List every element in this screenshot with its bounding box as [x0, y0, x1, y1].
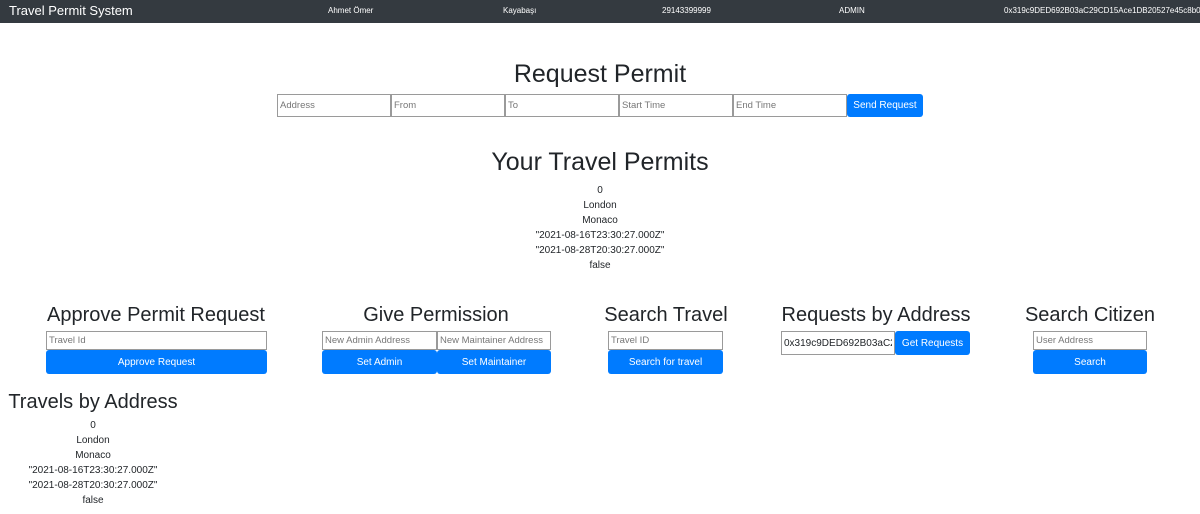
user-name: Ahmet Ömer [328, 6, 374, 15]
account-address: 0x319c9DED692B03aC29CD15Ace1DB20527e45c8… [1004, 6, 1200, 15]
search-travel-title: Search Travel [604, 304, 728, 326]
permit-end: "2021-08-28T20:30:27.000Z" [535, 245, 665, 256]
travel-id-input[interactable] [46, 331, 267, 350]
search-travel-button[interactable]: Search for travel [608, 350, 723, 374]
permit-record: 0 London Monaco "2021-08-16T23:30:27.000… [500, 183, 700, 273]
search-travel-id-input[interactable] [608, 331, 723, 350]
new-admin-input[interactable] [322, 331, 437, 350]
travel-to: Monaco [75, 450, 111, 461]
travel-start: "2021-08-16T23:30:27.000Z" [28, 465, 158, 476]
permit-from: London [583, 200, 617, 211]
set-admin-button[interactable]: Set Admin [322, 350, 437, 374]
user-id-number: 29143399999 [662, 6, 711, 15]
permission-title: Give Permission [363, 304, 509, 326]
travel-id: 0 [90, 420, 96, 431]
new-maintainer-input[interactable] [437, 331, 551, 350]
search-citizen-button[interactable]: Search [1033, 350, 1147, 374]
travels-by-address-title: Travels by Address [8, 391, 178, 413]
permit-approved: false [589, 260, 611, 271]
navbar: Travel Permit System Ahmet Ömer Kayabaşı… [0, 0, 1200, 23]
requests-by-address-title: Requests by Address [781, 304, 971, 326]
permit-to: Monaco [582, 215, 618, 226]
user-surname: Kayabaşı [503, 6, 537, 15]
address-input[interactable] [277, 94, 391, 117]
get-requests-button[interactable]: Get Requests [895, 331, 970, 355]
user-role: ADMIN [839, 6, 865, 15]
travel-from: London [76, 435, 110, 446]
travel-approved: false [82, 495, 104, 506]
brand[interactable]: Travel Permit System [9, 3, 133, 18]
your-permits-title: Your Travel Permits [491, 148, 709, 176]
request-permit-title: Request Permit [513, 60, 687, 88]
permit-id: 0 [597, 185, 603, 196]
search-citizen-title: Search Citizen [1024, 304, 1156, 326]
from-input[interactable] [391, 94, 505, 117]
to-input[interactable] [505, 94, 619, 117]
permit-start: "2021-08-16T23:30:27.000Z" [535, 230, 665, 241]
requests-address-input[interactable] [781, 331, 895, 355]
travel-end: "2021-08-28T20:30:27.000Z" [28, 480, 158, 491]
user-address-input[interactable] [1033, 331, 1147, 350]
end-time-input[interactable] [733, 94, 847, 117]
send-request-button[interactable]: Send Request [847, 94, 923, 117]
approve-title: Approve Permit Request [47, 304, 265, 326]
approve-request-button[interactable]: Approve Request [46, 350, 267, 374]
set-maintainer-button[interactable]: Set Maintainer [437, 350, 551, 374]
travel-record: 0 London Monaco "2021-08-16T23:30:27.000… [0, 418, 186, 508]
start-time-input[interactable] [619, 94, 733, 117]
